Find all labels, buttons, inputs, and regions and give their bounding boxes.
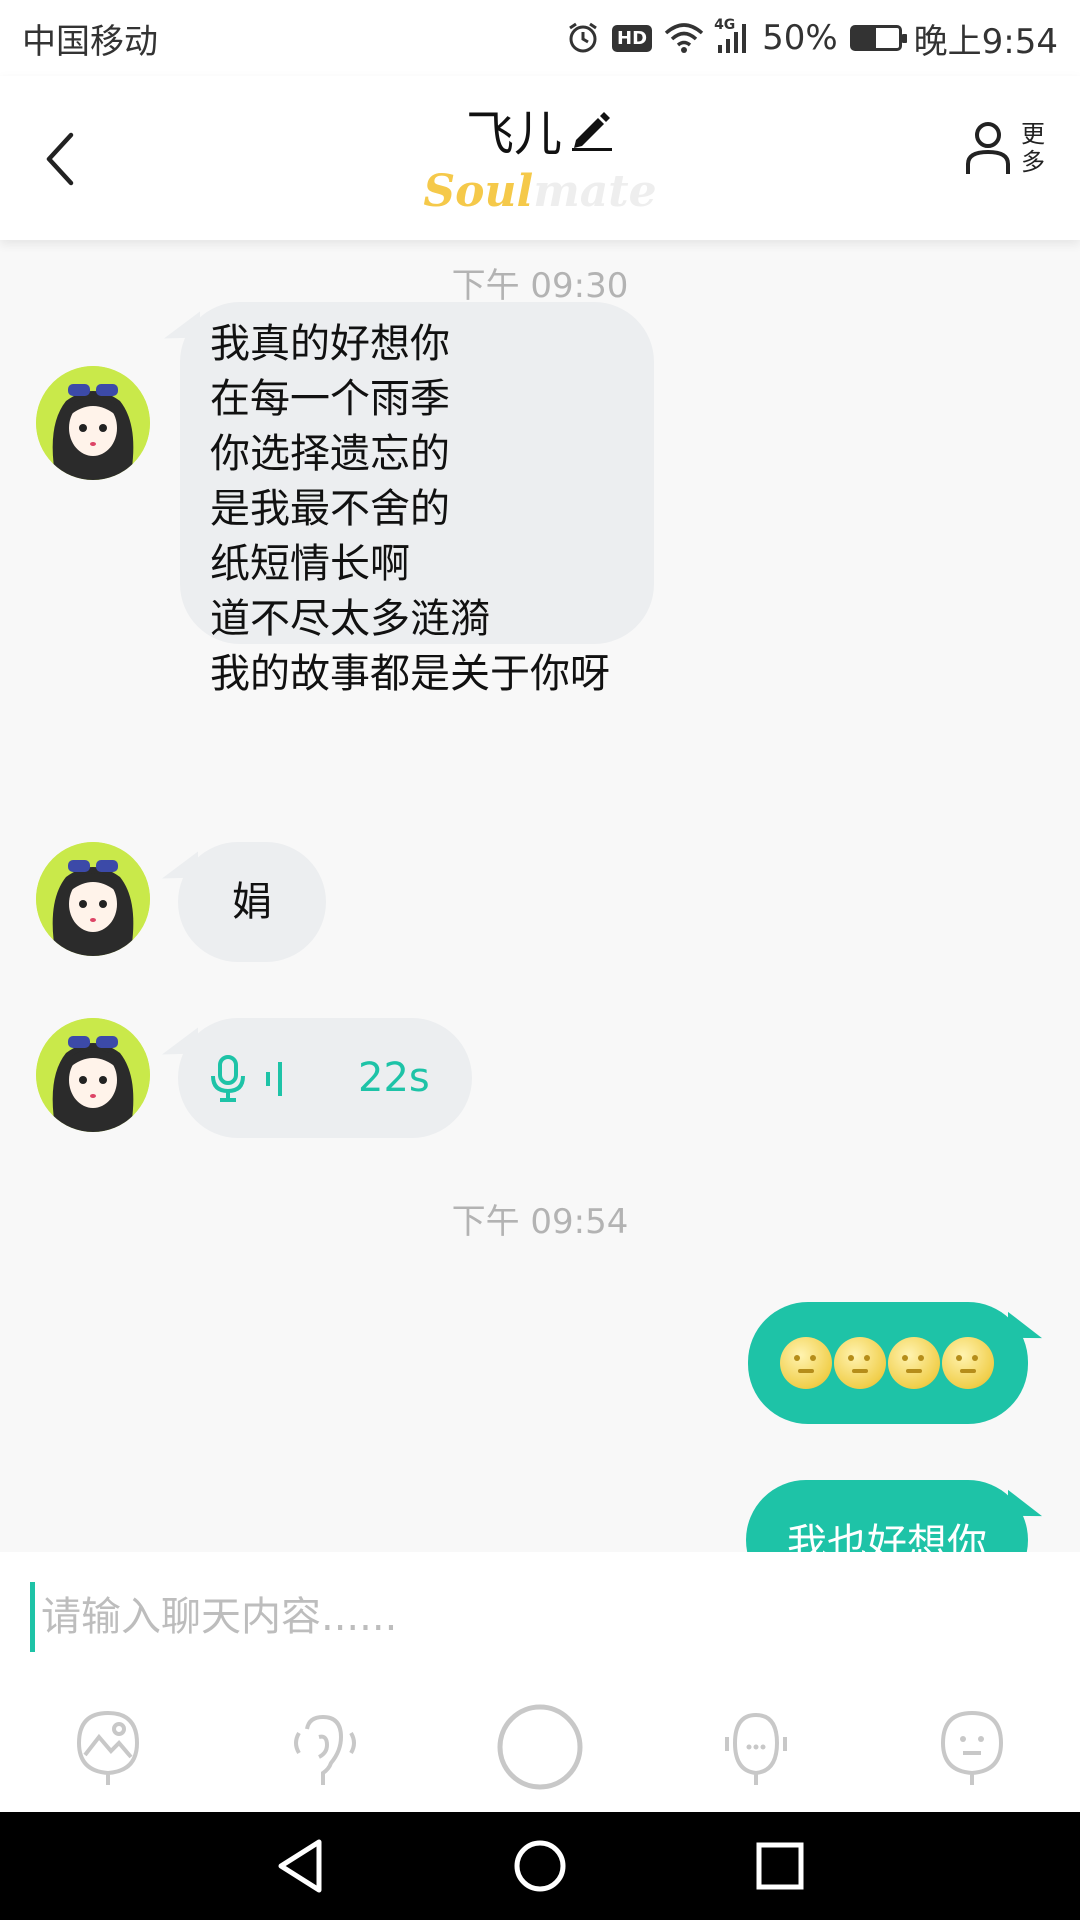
signal-icon: 4G (714, 17, 750, 55)
wifi-icon (664, 21, 704, 55)
chat-messages[interactable]: 下午 09:30 我真的好想你 在每一个雨季 你选择遗忘的 是我最不舍的 纸短情… (0, 240, 1080, 1552)
square-recents-icon (756, 1842, 804, 1890)
chat-header: 飞儿 Soulmate 更多 (0, 76, 1080, 240)
message-line: 道不尽太多涟漪 (210, 596, 490, 642)
moon-face-emoji-icon (888, 1337, 940, 1389)
brand-soul-text: Soul (423, 166, 534, 217)
outgoing-message-bubble[interactable]: 我也好想你 (746, 1480, 1028, 1552)
message-bubble[interactable]: 娟 (178, 842, 326, 962)
emoji-icon (940, 1710, 1004, 1785)
message-line: 纸短情长啊 (210, 541, 410, 587)
contact-name: 飞儿 (465, 106, 562, 162)
emoji-button[interactable] (924, 1699, 1020, 1795)
system-nav-bar (0, 1812, 1080, 1920)
message-input-bar (0, 1552, 1080, 1682)
nav-recents-button[interactable] (740, 1826, 820, 1906)
message-line: 是我最不舍的 (210, 486, 450, 532)
moon-face-emoji-icon (834, 1337, 886, 1389)
circle-home-icon (514, 1840, 566, 1892)
message-line: 我真的好想你 (210, 321, 450, 367)
status-icons: HD 4G 50% 晚上9:54 (566, 14, 1058, 63)
timestamp: 下午 09:54 (451, 1202, 629, 1242)
battery-fill (852, 28, 876, 48)
network-type-label: 4G (714, 17, 736, 33)
avatar-girl-icon (36, 1018, 150, 1132)
sound-wave-icon (266, 1062, 282, 1096)
record-button-icon (497, 1704, 583, 1790)
clock: 晚上9:54 (913, 21, 1058, 62)
image-icon (76, 1710, 140, 1785)
hd-icon: HD (612, 24, 653, 52)
alarm-icon (566, 21, 600, 55)
status-bar: 中国移动 HD 4G 50% 晚上9:54 (0, 0, 1080, 76)
avatar-girl-icon (36, 366, 150, 480)
more-button[interactable]: 更多 (964, 120, 1046, 176)
message-line: 你选择遗忘的 (210, 431, 450, 477)
voice-message-bubble[interactable]: 22s (178, 1018, 472, 1138)
moon-face-emoji-icon (942, 1337, 994, 1389)
title-area: 飞儿 Soulmate (0, 94, 1080, 217)
battery-percent: 50% (762, 18, 838, 58)
message-text: 娟 (232, 878, 272, 925)
soulmate-brand: Soulmate (0, 166, 1080, 217)
avatar[interactable] (36, 1018, 150, 1132)
brand-mate-text: mate (533, 166, 657, 217)
more-label: 更多 (1021, 120, 1045, 176)
message-bubble[interactable]: 我真的好想你 在每一个雨季 你选择遗忘的 是我最不舍的 纸短情长啊 道不尽太多涟… (180, 302, 654, 697)
nav-back-button[interactable] (260, 1826, 340, 1906)
chat-toolbar (0, 1682, 1080, 1812)
battery-icon (849, 25, 907, 51)
voice-call-icon (294, 1714, 356, 1785)
message-input[interactable] (30, 1582, 1050, 1652)
outgoing-message-bubble[interactable] (748, 1302, 1028, 1424)
triangle-back-icon (278, 1839, 322, 1893)
voice-message: 22s (210, 1051, 430, 1106)
voice-duration: 22s (358, 1054, 430, 1101)
image-button[interactable] (60, 1699, 156, 1795)
carrier-label: 中国移动 (22, 21, 158, 62)
edit-pencil-icon (572, 112, 612, 151)
microphone-icon (211, 1055, 245, 1102)
message-line: 在每一个雨季 (210, 376, 450, 422)
avatar[interactable] (36, 366, 150, 480)
message-line: 我的故事都是关于你呀 (210, 651, 610, 697)
microphone-icon (725, 1712, 787, 1785)
moon-face-emoji-icon (780, 1337, 832, 1389)
nav-home-button[interactable] (500, 1826, 580, 1906)
avatar-girl-icon (36, 842, 150, 956)
timestamp: 下午 09:30 (451, 266, 629, 306)
person-icon (966, 122, 1010, 174)
voice-call-button[interactable] (276, 1699, 372, 1795)
avatar[interactable] (36, 842, 150, 956)
message-text: 我也好想你 (787, 1521, 987, 1552)
contact-name-row[interactable]: 飞儿 (466, 94, 614, 164)
record-button[interactable] (492, 1699, 588, 1795)
microphone-button[interactable] (708, 1699, 804, 1795)
